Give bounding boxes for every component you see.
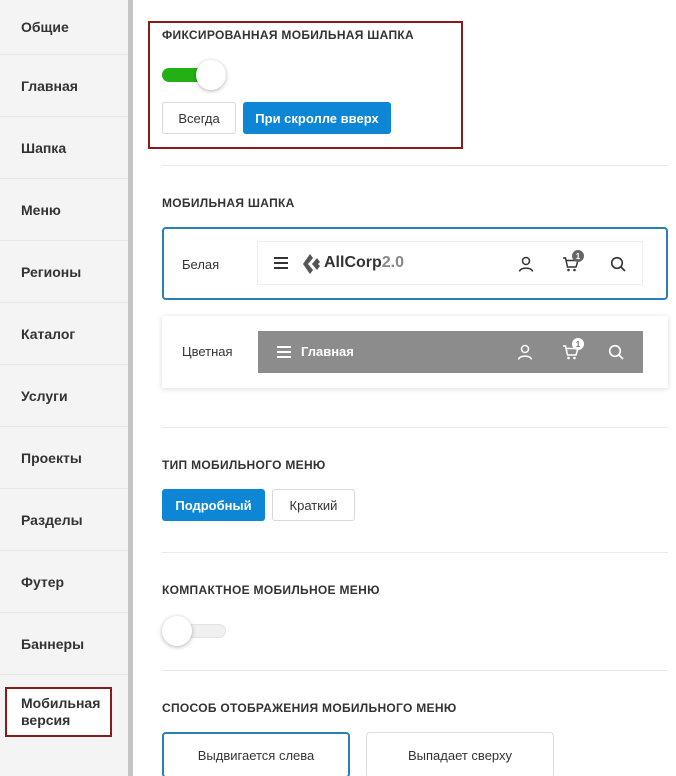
sidebar-item-label: Общие — [21, 19, 69, 35]
cart-count-badge: 1 — [572, 250, 584, 262]
cart-count-badge: 1 — [572, 338, 584, 350]
sidebar-item-label: Услуги — [21, 387, 68, 404]
sidebar-item-label: Баннеры — [21, 635, 85, 652]
sidebar-item-label: Каталог — [21, 325, 76, 342]
slide-left-option[interactable]: Выдвигается слева — [162, 732, 350, 776]
sidebar-item-header[interactable]: Шапка — [0, 117, 128, 179]
allcorp-logo-icon — [300, 252, 326, 276]
divider — [162, 552, 668, 553]
hamburger-icon — [275, 343, 293, 361]
toggle-knob — [162, 616, 192, 646]
sidebar-item-mobile-version[interactable]: Мобильная версия — [5, 687, 112, 737]
sidebar-item-label: Футер — [21, 573, 65, 590]
divider — [162, 165, 668, 166]
section-title-menu-display: СПОСОБ ОТОБРАЖЕНИЯ МОБИЛЬНОГО МЕНЮ — [162, 701, 457, 715]
divider — [162, 670, 668, 671]
header-option-white[interactable]: Белая AllCorp2.0 1 — [162, 227, 668, 300]
search-icon — [606, 342, 626, 362]
sidebar-item-catalog[interactable]: Каталог — [0, 303, 128, 365]
sidebar-item-projects[interactable]: Проекты — [0, 427, 128, 489]
search-icon — [608, 254, 628, 274]
always-button[interactable]: Всегда — [162, 102, 236, 134]
section-title-fixed-header: ФИКСИРОВАННАЯ МОБИЛЬНАЯ ШАПКА — [162, 28, 414, 42]
divider — [162, 427, 668, 428]
section-title-mobile-header: МОБИЛЬНАЯ ШАПКА — [162, 196, 295, 210]
user-icon — [515, 342, 535, 362]
header-option-colored[interactable]: Цветная Главная 1 — [162, 316, 668, 388]
drop-top-option[interactable]: Выпадает сверху — [366, 732, 554, 776]
sidebar-item-banners[interactable]: Баннеры — [0, 613, 128, 675]
user-icon — [516, 254, 536, 274]
sidebar-item-services[interactable]: Услуги — [0, 365, 128, 427]
hamburger-icon — [272, 254, 290, 272]
sidebar-item-label: Главная — [21, 77, 78, 94]
on-scroll-up-button[interactable]: При скролле вверх — [243, 102, 391, 134]
colored-header-preview: Главная 1 — [258, 331, 643, 373]
sidebar-scrollbar[interactable] — [128, 0, 133, 776]
settings-sidebar: Общие Главная Шапка Меню Регионы Каталог… — [0, 0, 128, 776]
sidebar-item-menu[interactable]: Меню — [0, 179, 128, 241]
sidebar-item-label: Разделы — [21, 511, 83, 528]
sidebar-item-label: Меню — [21, 201, 61, 218]
sidebar-item-label: Регионы — [21, 263, 82, 280]
option-label: Цветная — [182, 344, 233, 359]
short-menu-button[interactable]: Краткий — [272, 489, 355, 521]
toggle-knob — [196, 60, 226, 90]
sidebar-item-label: Проекты — [21, 449, 82, 466]
section-title-compact-menu: КОМПАКТНОЕ МОБИЛЬНОЕ МЕНЮ — [162, 583, 380, 597]
sidebar-item-label: Мобильная версия — [21, 695, 101, 728]
section-title-menu-type: ТИП МОБИЛЬНОГО МЕНЮ — [162, 458, 326, 472]
sidebar-item-footer[interactable]: Футер — [0, 551, 128, 613]
cart-icon: 1 — [560, 338, 584, 362]
sidebar-item-general[interactable]: Общие — [0, 0, 128, 55]
fixed-header-toggle[interactable] — [162, 60, 226, 90]
white-header-preview: AllCorp2.0 1 — [257, 241, 643, 285]
sidebar-item-sections[interactable]: Разделы — [0, 489, 128, 551]
sidebar-item-main[interactable]: Главная — [0, 55, 128, 117]
sidebar-item-label: Шапка — [21, 139, 67, 156]
option-label: Белая — [182, 257, 220, 272]
detailed-menu-button[interactable]: Подробный — [162, 489, 265, 521]
logo-text: AllCorp2.0 — [324, 254, 405, 271]
compact-menu-toggle[interactable] — [162, 616, 226, 646]
colored-header-title: Главная — [301, 344, 354, 359]
cart-icon: 1 — [560, 250, 584, 274]
sidebar-item-regions[interactable]: Регионы — [0, 241, 128, 303]
